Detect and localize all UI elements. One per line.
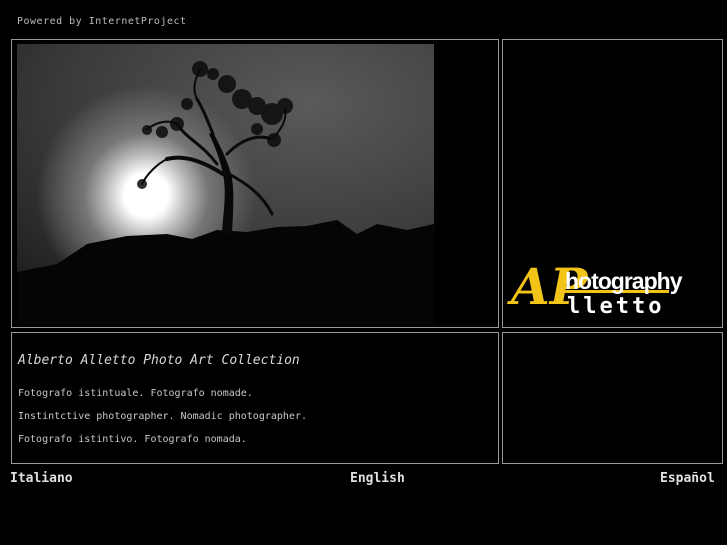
lang-link-english[interactable]: English <box>350 471 405 486</box>
intro-line-english: Instintctive photographer. Nomadic photo… <box>18 411 307 422</box>
photo-shadow <box>17 280 434 324</box>
collection-title: Alberto Alletto Photo Art Collection <box>18 353 300 368</box>
intro-line-italian: Fotografo istintuale. Fotografo nomade. <box>18 388 253 399</box>
tree-silhouette <box>17 61 434 280</box>
intro-panel: Alberto Alletto Photo Art Collection Fot… <box>11 332 499 464</box>
logo-panel: AP hotography lletto <box>502 39 723 328</box>
logo-hotography: hotography <box>565 268 682 294</box>
empty-side-panel <box>502 332 723 464</box>
logo-lletto: lletto <box>567 294 665 319</box>
lang-link-italiano[interactable]: Italiano <box>10 471 73 486</box>
alletto-photography-logo[interactable]: AP hotography lletto <box>511 262 682 322</box>
lang-link-espanol[interactable]: Español <box>660 471 715 486</box>
powered-by-text: Powered by InternetProject <box>17 16 187 27</box>
photo-panel <box>11 39 499 328</box>
intro-line-spanish: Fotografo istintivo. Fotografo nomada. <box>18 434 247 445</box>
hero-photo <box>17 44 434 280</box>
